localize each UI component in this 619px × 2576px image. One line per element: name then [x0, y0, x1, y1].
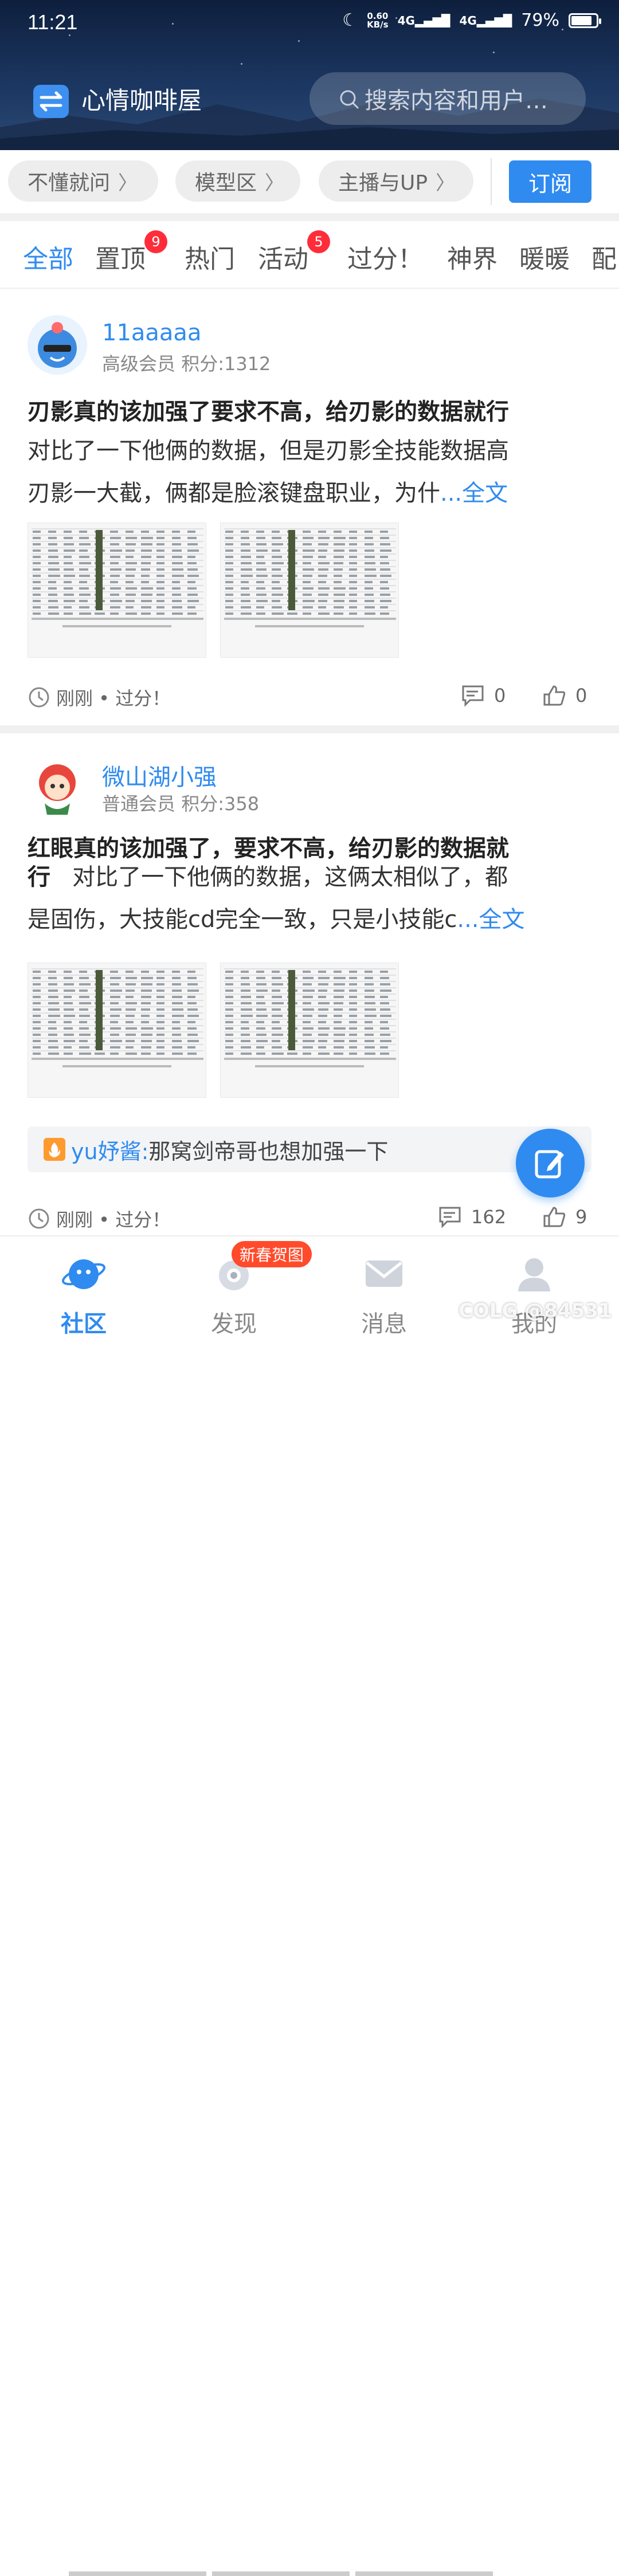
chevron-right-icon: 〉: [265, 171, 285, 195]
like-count[interactable]: 9: [542, 1205, 587, 1228]
thumbs-up-icon: [543, 685, 566, 706]
planet-icon: [62, 1259, 105, 1289]
post-footer: 刚刚 • 过分！ 0 0: [28, 680, 595, 714]
mail-icon: [366, 1260, 402, 1287]
header: 11:21 ☾ 0.60 KB/s 4G▂▄▆█ 4G▂▄▆█ 79% 心情咖啡屋…: [0, 0, 619, 150]
battery-percent: 79%: [521, 10, 559, 30]
battery-icon: [569, 13, 601, 28]
status-bar: 11:21 ☾ 0.60 KB/s 4G▂▄▆█ 4G▂▄▆█ 79%: [0, 0, 619, 46]
comment-icon: [462, 685, 484, 707]
chevron-right-icon: 〉: [436, 171, 456, 195]
comment-count[interactable]: 0: [461, 684, 506, 707]
tab-too-much[interactable]: 过分！: [347, 238, 423, 275]
edit-icon: [535, 1150, 564, 1179]
post-title[interactable]: 刃影真的该加强了要求不高，给刃影的数据就行: [28, 393, 595, 426]
subscribe-button[interactable]: 订阅: [509, 160, 591, 203]
promo-badge: 新春贺图: [232, 1241, 312, 1267]
tab-pinned[interactable]: 置顶: [95, 238, 146, 275]
chip-1[interactable]: 模型区〉: [175, 160, 300, 202]
post-image[interactable]: [28, 963, 206, 1098]
search-placeholder: 搜索内容和用户…: [365, 88, 548, 114]
search-input[interactable]: 搜索内容和用户…: [310, 72, 586, 125]
username[interactable]: 微山湖小强: [102, 759, 217, 792]
bottom-nav: 社区 发现 新春贺图 消息 我的: [0, 1235, 619, 2576]
divider: [0, 725, 619, 733]
home-indicator: [212, 2571, 350, 2576]
like-count[interactable]: 0: [542, 684, 587, 707]
post-body: 行 对比了一下他俩的数据，这俩太相似了，都 是固伤，大技能cd完全一致，只是小技…: [28, 864, 525, 933]
username[interactable]: 11aaaaa: [102, 320, 201, 346]
post-time: 刚刚 • 过分！: [28, 684, 170, 710]
tab-more[interactable]: 配: [591, 238, 617, 275]
comment-count[interactable]: 162: [438, 1205, 506, 1228]
post-image[interactable]: [220, 963, 399, 1098]
net-speed: 0.60 KB/s: [367, 10, 389, 30]
divider: [0, 213, 619, 221]
thumbs-up-icon: [543, 1207, 566, 1227]
category-tabs: 全部 置顶 9 热门 活动 5 过分！ 神界 暖暖 配: [0, 221, 619, 289]
events-badge: 5: [307, 230, 330, 253]
topic-chips: 不懂就问〉 模型区〉 主播与UP 〉 订阅: [0, 150, 619, 213]
avatar[interactable]: [28, 315, 87, 375]
nav-messages[interactable]: 消息: [327, 1254, 441, 1338]
nav-profile[interactable]: 我的: [477, 1254, 591, 1338]
nav-community[interactable]: 社区: [26, 1254, 141, 1338]
home-indicator: [355, 2571, 493, 2576]
tab-hot[interactable]: 热门: [185, 238, 235, 275]
chip-2[interactable]: 主播与UP 〉: [319, 160, 473, 202]
divider: [491, 158, 492, 205]
post-card[interactable]: 11aaaaa 高级会员 积分:1312 刃影真的该加强了要求不高，给刃影的数据…: [0, 290, 619, 725]
clock-icon: [29, 1208, 49, 1229]
tab-events[interactable]: 活动: [258, 238, 308, 275]
compose-button[interactable]: [516, 1129, 585, 1197]
moon-icon: ☾: [342, 10, 358, 30]
post-image[interactable]: [220, 523, 399, 658]
post-time: 刚刚 • 过分！: [28, 1205, 170, 1232]
user-meta: 高级会员 积分:1312: [102, 353, 271, 375]
post-body: 对比了一下他俩的数据，但是刃影全技能数据高 刃影一大截，俩都是脸滚键盘职业，为什…: [28, 438, 509, 506]
home-indicator: [69, 2571, 206, 2576]
chevron-right-icon: 〉: [118, 171, 138, 195]
avatar[interactable]: [28, 757, 87, 817]
user-icon: [518, 1258, 550, 1291]
signal-icon-2: 4G▂▄▆█: [459, 13, 512, 28]
chip-0[interactable]: 不懂就问〉: [8, 160, 158, 202]
post-footer: 刚刚 • 过分！ 162 9: [28, 1201, 595, 1235]
tab-nuannuan[interactable]: 暖暖: [519, 238, 570, 275]
tab-all[interactable]: 全部: [23, 238, 73, 275]
watermark: COLG @84531: [459, 1299, 612, 1322]
comment-preview[interactable]: yu妤酱: 那窝剑帝哥也想加强一下: [28, 1126, 591, 1172]
comment-author[interactable]: yu妤酱:: [71, 1134, 148, 1165]
post-image[interactable]: [28, 523, 206, 658]
fire-icon: [44, 1138, 65, 1161]
comment-icon: [439, 1207, 461, 1228]
read-more-link[interactable]: ...全文: [457, 906, 524, 933]
status-time: 11:21: [28, 10, 78, 34]
pinned-badge: 9: [144, 230, 167, 253]
swap-icon[interactable]: [33, 85, 69, 118]
forum-title: 心情咖啡屋: [81, 87, 202, 115]
comment-text: 那窝剑帝哥也想加强一下: [148, 1138, 389, 1164]
signal-icon-1: 4G▂▄▆█: [397, 13, 450, 28]
user-meta: 普通会员 积分:358: [102, 793, 260, 815]
clock-icon: [29, 687, 49, 708]
read-more-link[interactable]: ...全文: [440, 480, 508, 506]
tab-shenjie[interactable]: 神界: [447, 238, 497, 275]
search-icon: [340, 90, 359, 109]
